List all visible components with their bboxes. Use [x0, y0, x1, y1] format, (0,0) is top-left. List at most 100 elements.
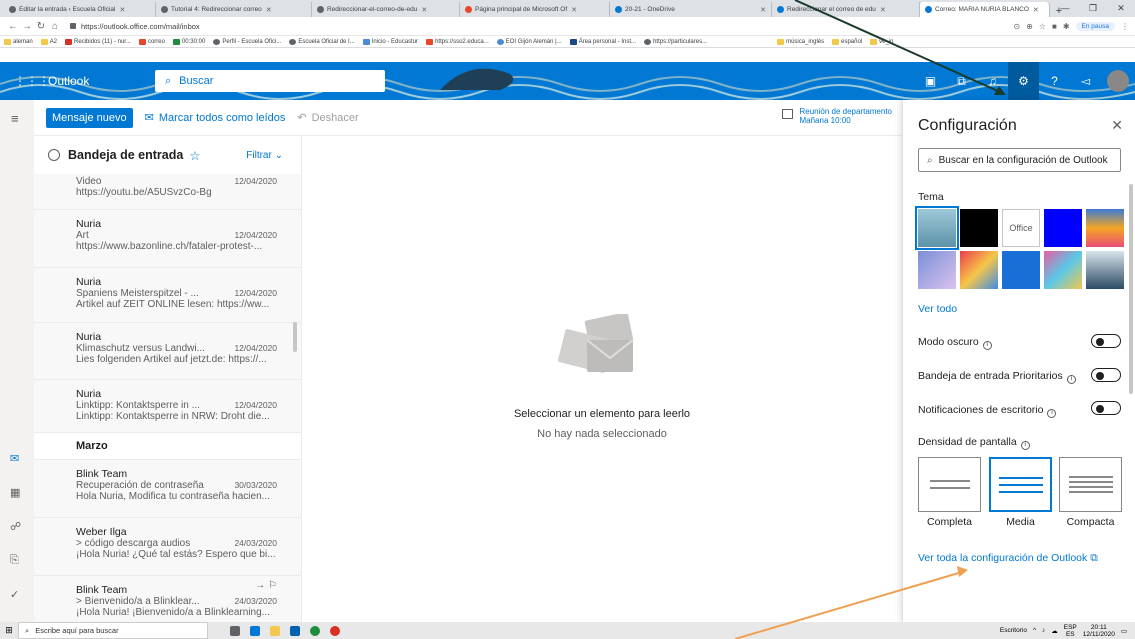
theme-abstract[interactable] [1044, 251, 1082, 289]
info-icon[interactable]: i [1020, 441, 1030, 450]
bookmark-star-icon[interactable]: ☆ [1039, 22, 1046, 31]
feedback-icon[interactable]: ◅ [1070, 62, 1101, 100]
extensions-puzzle-icon[interactable]: ✱ [1063, 22, 1070, 31]
home-icon[interactable]: ⌂ [48, 21, 62, 32]
list-item[interactable]: Nuria Art 12/04/2020 https://www.bazonlin… [34, 210, 301, 268]
browser-tab[interactable]: 20-21 - OneDrive ✕ [610, 2, 772, 17]
help-icon[interactable]: ? [1039, 62, 1070, 100]
back-icon[interactable]: ← [6, 21, 20, 32]
theme-colorful[interactable] [960, 251, 998, 289]
bookmark-item[interactable]: Inicio - Educastur [362, 38, 418, 45]
close-icon[interactable]: ✕ [1111, 117, 1123, 134]
flag-icon[interactable]: ⚐ [268, 580, 277, 591]
select-all-checkbox[interactable] [48, 149, 60, 161]
avatar[interactable] [1107, 70, 1129, 92]
list-item[interactable]: Nuria Linktipp: Kontaktsperre in ... 12/0… [34, 380, 301, 433]
info-icon[interactable]: i [982, 341, 992, 350]
reload-icon[interactable]: ↻ [34, 21, 48, 32]
tab-close-icon[interactable]: ✕ [571, 6, 577, 14]
teams-icon[interactable]: ▣ [915, 62, 946, 100]
bookmark-item[interactable]: EOI Gijón Alemán |... [496, 38, 562, 45]
filter-button[interactable]: Filtrar ⌄ [246, 150, 283, 161]
language-indicator[interactable]: ESP ES [1064, 624, 1077, 638]
tray-chevron-icon[interactable]: ^ [1033, 627, 1036, 634]
todo-check-icon[interactable]: ✓ [10, 588, 19, 601]
calendar-icon[interactable]: ▦ [10, 486, 20, 499]
bookmark-item[interactable]: A2 [40, 38, 57, 45]
density-medium-option[interactable] [989, 457, 1052, 512]
minimize-icon[interactable]: — [1051, 0, 1079, 16]
bookmark-item[interactable]: ve_in [870, 38, 894, 45]
attachment-icon[interactable]: ⎘ [10, 554, 19, 567]
theme-whale[interactable] [915, 206, 959, 250]
browser-tab[interactable]: Tutorial 4: Redireccionar correo ✕ [156, 2, 312, 17]
bookmark-item[interactable]: correo [138, 38, 165, 45]
action-center-icon[interactable]: ▭ [1121, 627, 1127, 635]
bookmark-item[interactable]: https://particulares... [644, 38, 707, 45]
theme-office[interactable]: Office [1002, 209, 1040, 247]
theme-circuit[interactable] [1002, 251, 1040, 289]
density-full-option[interactable] [918, 457, 981, 512]
list-item[interactable]: Video 12/04/2020 https://youtu.be/A5USvzC… [34, 174, 301, 210]
tab-close-icon[interactable]: ✕ [880, 6, 886, 14]
tab-close-icon[interactable]: ✕ [1033, 6, 1039, 14]
browser-tab[interactable]: Editar la entrada ‹ Escuela Oficial ✕ [4, 2, 156, 17]
theme-pastel[interactable] [918, 251, 956, 289]
task-view-icon[interactable] [230, 625, 240, 636]
view-all-settings-link[interactable]: Ver toda la configuración de Outlook ⧉ [918, 552, 1098, 565]
tab-close-icon[interactable]: ✕ [266, 6, 272, 14]
see-all-themes-link[interactable]: Ver todo [918, 303, 957, 315]
browser-tab-active[interactable]: Correo: MARIA NURIA BLANCO ✕ [920, 2, 1050, 17]
mail-search-input[interactable]: ⌕ Buscar [155, 70, 385, 92]
zoom-icon[interactable]: ⊕ [1026, 22, 1033, 31]
settings-gear-icon[interactable]: ⚙ [1008, 62, 1039, 100]
bookmark-item[interactable]: Escuela Oficial de I... [289, 38, 355, 45]
onedrive-icon[interactable]: ☁ [1051, 627, 1058, 635]
browser-tab[interactable]: Página principal de Microsoft Of ✕ [460, 2, 610, 17]
outlook-brand[interactable]: Outlook [48, 74, 89, 88]
chrome-alt-icon[interactable] [310, 625, 320, 636]
bookmark-item[interactable]: Área personal - Inst... [569, 38, 636, 45]
bookmark-item[interactable]: español [832, 38, 862, 45]
list-item[interactable]: Weber Ilga > código descarga audios 24/03… [34, 518, 301, 576]
extension-icon[interactable]: ■ [1052, 22, 1057, 31]
desktop-notifications-toggle[interactable] [1091, 401, 1121, 415]
bookmark-item[interactable]: música_inglés [777, 38, 824, 45]
maximize-icon[interactable]: ❐ [1079, 0, 1107, 16]
notifications-bell-icon[interactable]: ♫ [977, 62, 1008, 100]
message-list-scrollbar[interactable] [293, 322, 297, 352]
bookmark-item[interactable]: aleman [4, 38, 33, 45]
app-launcher-icon[interactable]: ⋮⋮⋮ [14, 74, 50, 88]
tab-close-icon[interactable]: ✕ [421, 6, 427, 14]
url-field[interactable]: https://outlook.office.com/mail/inbox [70, 22, 1013, 31]
tab-close-icon[interactable]: ✕ [119, 6, 125, 14]
info-icon[interactable]: i [1066, 375, 1076, 384]
mark-all-read-button[interactable]: ✉ Marcar todos como leídos [145, 111, 286, 125]
dark-mode-toggle[interactable] [1091, 334, 1121, 348]
theme-blue[interactable] [1044, 209, 1082, 247]
focused-inbox-toggle[interactable] [1091, 368, 1121, 382]
site-info-icon[interactable]: ⊙ [1013, 22, 1020, 31]
meeting-reminder[interactable]: Reunión de departamento Mañana 10:00 [782, 107, 892, 125]
forward-icon[interactable]: → [20, 21, 34, 32]
list-item[interactable]: Nuria Klimaschutz versus Landwi... 12/04/… [34, 323, 301, 380]
windows-start-icon[interactable]: ⊞ [0, 625, 18, 636]
undo-button[interactable]: ↶ Deshacer [297, 111, 358, 125]
settings-search-input[interactable]: ⌕ Buscar en la configuración de Outlook [918, 148, 1121, 172]
taskbar-search-input[interactable]: ⌕ Escribe aquí para buscar [18, 622, 208, 639]
move-icon[interactable]: → [255, 580, 265, 591]
close-window-icon[interactable]: ✕ [1107, 0, 1135, 16]
todo-icon[interactable]: ⧉ [946, 62, 977, 100]
clock[interactable]: 20:11 12/11/2020 [1083, 624, 1115, 638]
density-compact-option[interactable] [1059, 457, 1122, 512]
mail-icon[interactable]: ✉ [10, 452, 19, 465]
bookmark-item[interactable]: Recibidos (11) - nur... [65, 38, 131, 45]
desktop-label[interactable]: Escritorio [1000, 627, 1027, 634]
browser-tab[interactable]: Redireccionar-el-correo-de-edu ✕ [312, 2, 460, 17]
tab-close-icon[interactable]: ✕ [760, 6, 766, 14]
hamburger-menu-icon[interactable]: ≡ [11, 111, 19, 126]
browser-menu-icon[interactable]: ⋮ [1121, 22, 1129, 31]
store-icon[interactable] [290, 625, 300, 636]
chrome-icon[interactable] [330, 625, 340, 636]
browser-tab[interactable]: Redireccionar el correo de edu ✕ [772, 2, 920, 17]
